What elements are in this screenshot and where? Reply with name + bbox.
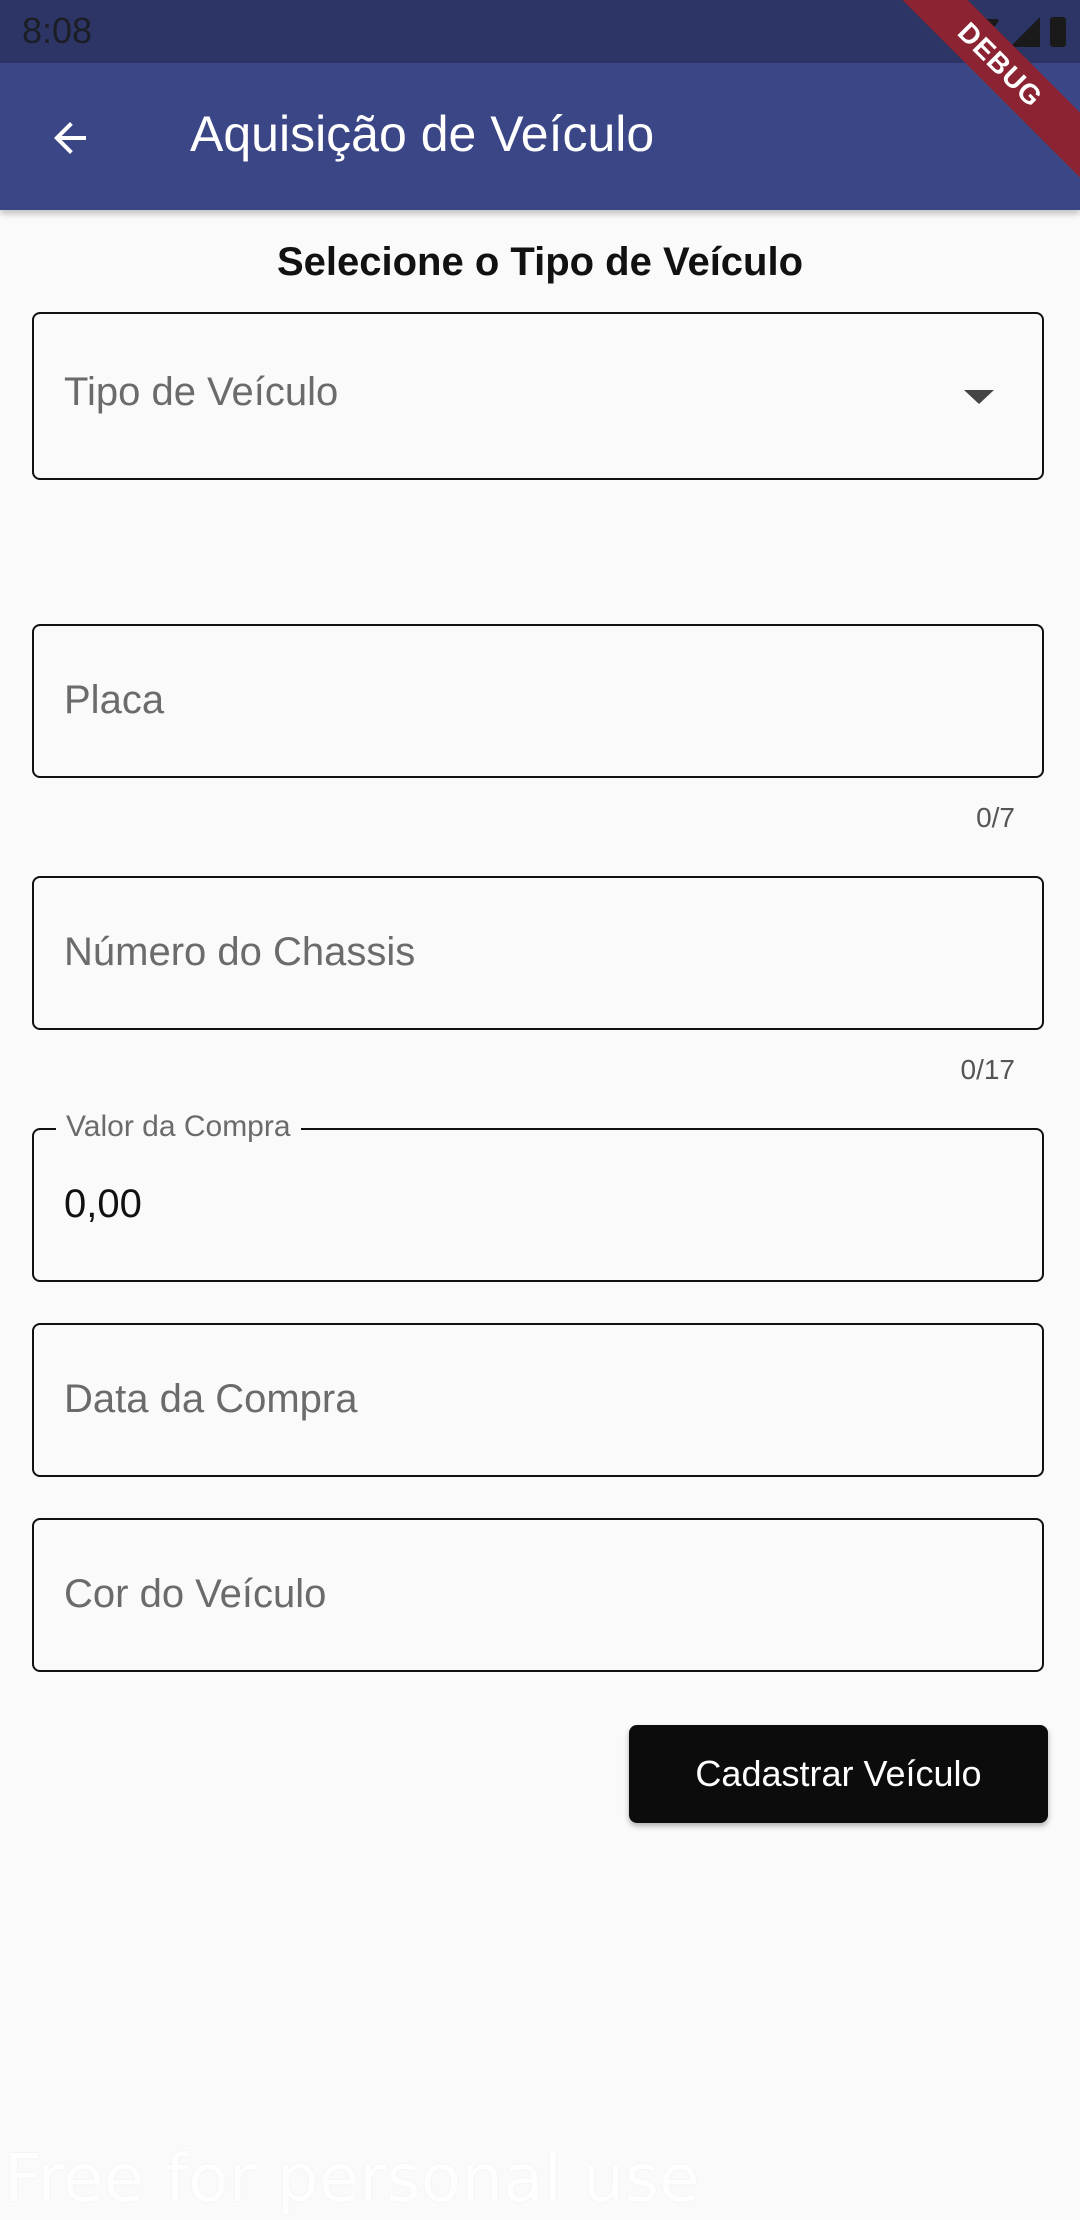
purchase-date-placeholder: Data da Compra (64, 1377, 358, 1421)
app-bar: Aquisição de Veículo (0, 63, 1080, 210)
vehicle-color-placeholder: Cor do Veículo (64, 1572, 327, 1616)
purchase-value-text: 0,00 (64, 1182, 142, 1226)
vehicle-color-input[interactable]: Cor do Veículo (32, 1518, 1044, 1672)
vehicle-type-placeholder: Tipo de Veículo (64, 370, 339, 414)
purchase-value-input[interactable]: Valor da Compra 0,00 (32, 1110, 1044, 1282)
chassis-input[interactable]: Número do Chassis (32, 876, 1044, 1030)
plate-input[interactable]: Placa (32, 624, 1044, 778)
arrow-back-icon (54, 122, 86, 154)
page-title: Aquisição de Veículo (190, 106, 655, 162)
purchase-date-input[interactable]: Data da Compra (32, 1323, 1044, 1477)
chassis-placeholder: Número do Chassis (64, 930, 416, 974)
plate-char-counter: 0/7 (976, 802, 1015, 833)
chassis-char-counter: 0/17 (960, 1054, 1016, 1085)
vehicle-type-dropdown[interactable]: Tipo de Veículo (32, 312, 1044, 480)
battery-icon (1050, 17, 1066, 47)
purchase-value-label: Valor da Compra (56, 1110, 301, 1144)
register-vehicle-button[interactable]: Cadastrar Veículo (629, 1725, 1048, 1823)
signal-icon (1010, 17, 1040, 47)
status-time: 8:08 (22, 10, 93, 51)
back-button[interactable] (30, 98, 110, 178)
screen: 8:08 Aquisição de Veículo DEBUG Selecion… (0, 0, 1080, 2220)
dropdown-arrow-icon (964, 390, 994, 404)
plate-placeholder: Placa (64, 678, 165, 722)
watermark: Free for personal use (4, 2140, 700, 2217)
section-heading: Selecione o Tipo de Veículo (276, 240, 804, 284)
